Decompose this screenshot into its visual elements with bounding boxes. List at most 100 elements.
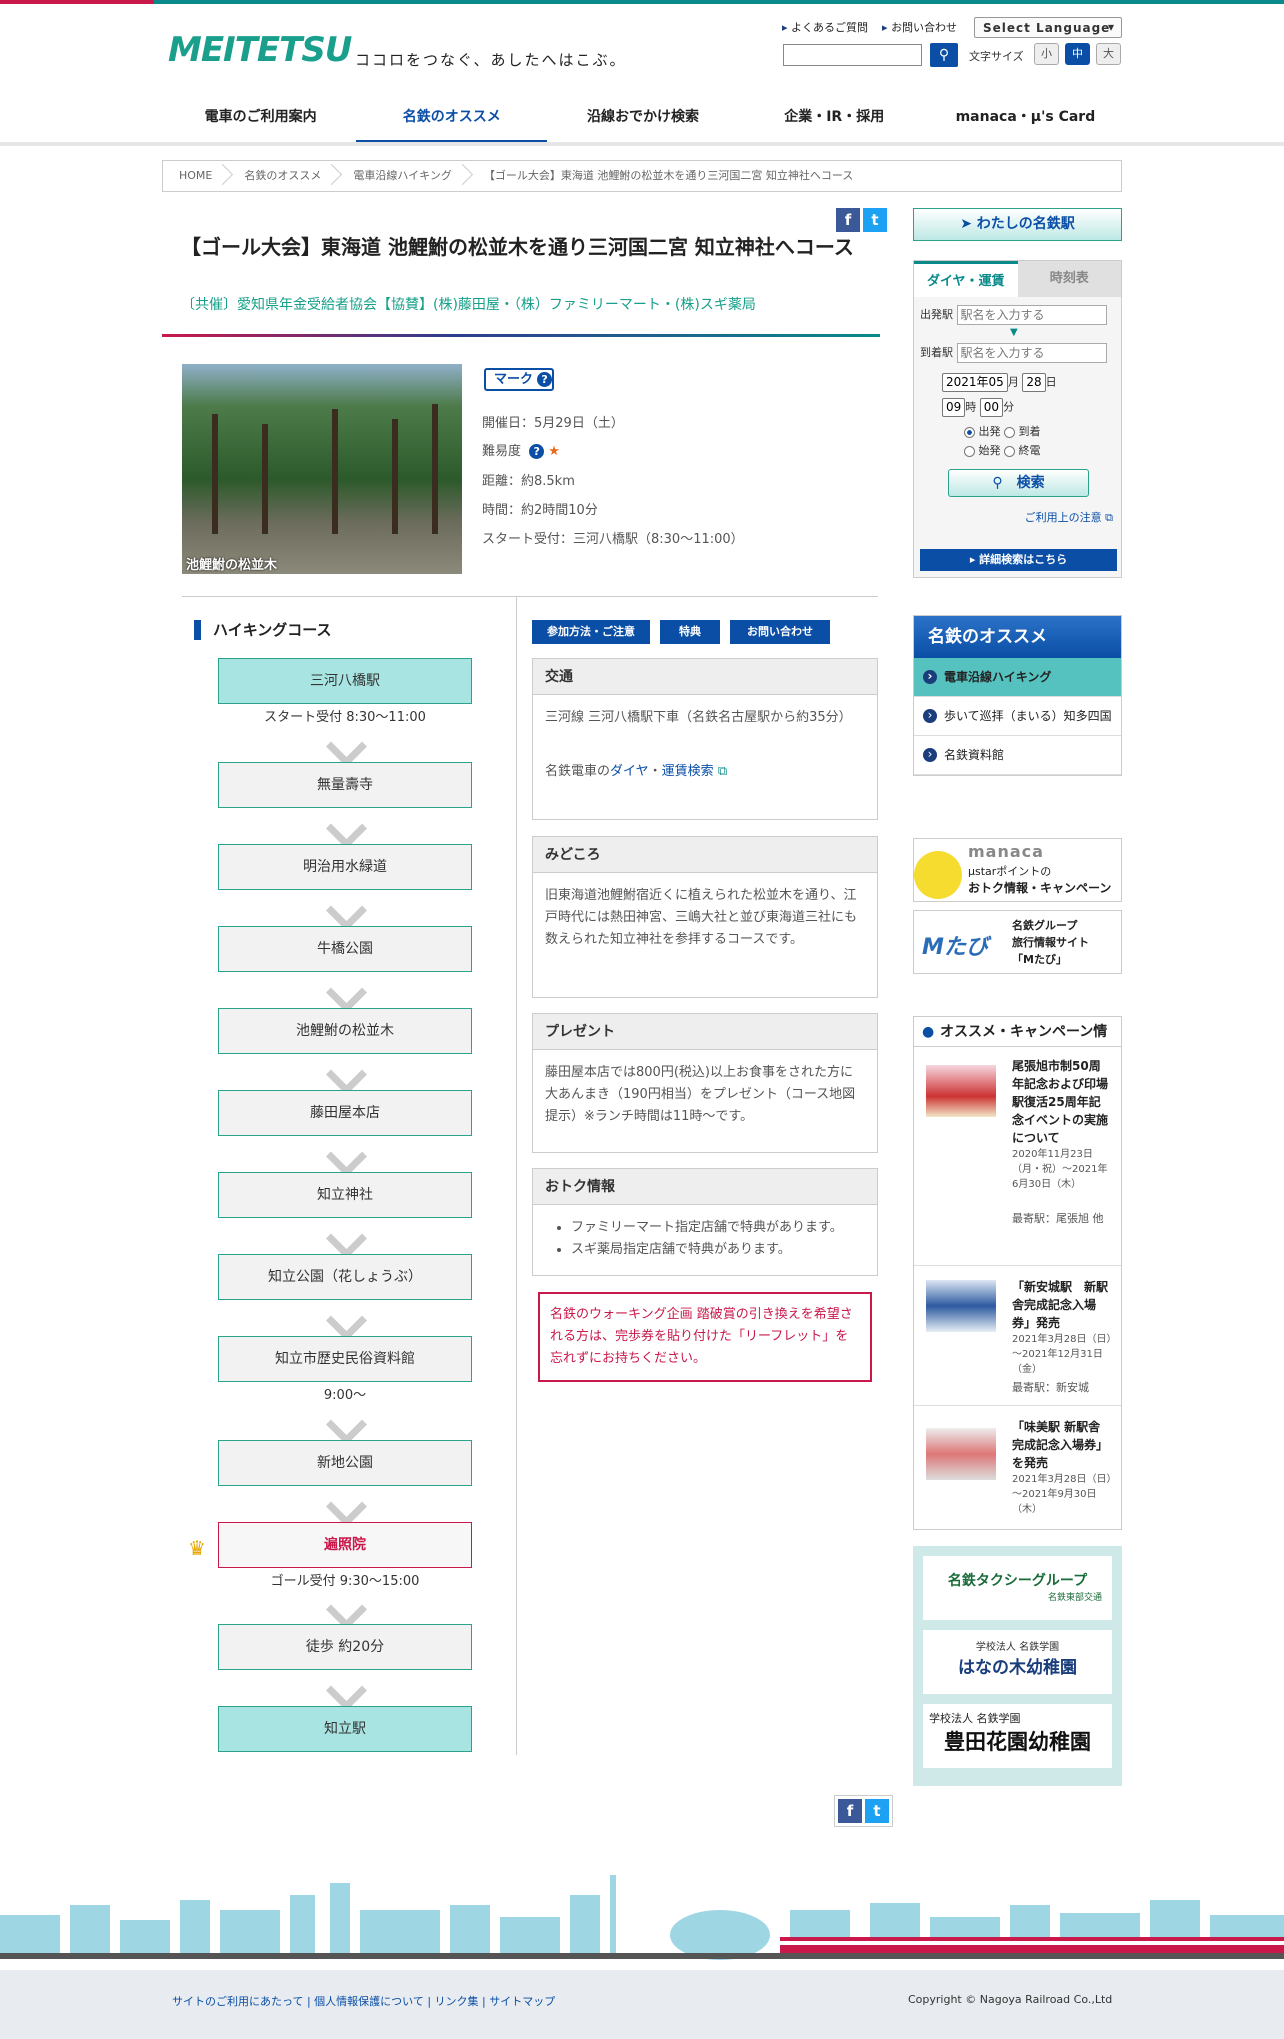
course-stop[interactable]: 無量壽寺 bbox=[218, 762, 472, 808]
photo-caption: 池鯉鮒の松並木 bbox=[186, 558, 278, 573]
campaign-item[interactable]: 「新安城駅 新駅舎完成記念入場券」発売 2021年3月28日（日）～2021年1… bbox=[914, 1265, 1121, 1415]
timetable-link[interactable]: ダイヤ bbox=[610, 764, 649, 779]
skyline-illustration bbox=[0, 1855, 1284, 1970]
fare-search-link[interactable]: 運賃検索 bbox=[662, 764, 714, 779]
footer-link-sitemap[interactable]: サイトマップ bbox=[489, 1995, 555, 2008]
recommend-item-archive[interactable]: 名鉄資料館 bbox=[914, 736, 1121, 775]
footer-links: サイトのご利用にあたって | 個人情報保護について | リンク集 | サイトマッ… bbox=[172, 1995, 556, 2008]
from-station-input[interactable]: 駅名を入力する bbox=[956, 305, 1107, 325]
list-item: ファミリーマート指定店舗で特典があります。 bbox=[571, 1217, 865, 1239]
access-text: 三河線 三河八橋駅下車（名鉄名古屋駅から約35分） bbox=[545, 710, 852, 725]
radio-first-train[interactable] bbox=[964, 445, 975, 457]
day-select[interactable]: 28 bbox=[1022, 373, 1046, 392]
mark-button[interactable]: マーク? bbox=[484, 368, 554, 391]
course-stop[interactable]: 牛橋公園 bbox=[218, 926, 472, 972]
event-date: 開催日：5月29日（土） bbox=[482, 416, 624, 431]
language-select[interactable]: Select Language bbox=[974, 17, 1122, 38]
deals-box: おトク情報 ファミリーマート指定店舗で特典があります。 スギ薬局指定店舗で特典が… bbox=[532, 1168, 878, 1276]
search-button[interactable]: ⚲ bbox=[930, 43, 958, 67]
recommend-item-hiking[interactable]: 電車沿線ハイキング bbox=[914, 658, 1121, 697]
my-station-button[interactable]: ➤ わたしの名鉄駅 bbox=[913, 208, 1122, 241]
detail-search-button[interactable]: ▸ 詳細検索はこちら bbox=[920, 549, 1117, 571]
contact-link[interactable]: お問い合わせ bbox=[882, 19, 957, 35]
facebook-icon[interactable]: f bbox=[838, 1799, 862, 1823]
route-search-widget: ダイヤ・運賃 時刻表 出発駅 駅名を入力する ▼ 到着駅 駅名を入力する 202… bbox=[913, 260, 1122, 578]
font-size-medium-button[interactable]: 中 bbox=[1065, 43, 1090, 65]
question-icon[interactable]: ? bbox=[529, 444, 545, 459]
course-stop[interactable]: 藤田屋本店 bbox=[218, 1090, 472, 1136]
course-stop[interactable]: 知立公園（花しょうぶ） bbox=[218, 1254, 472, 1300]
minute-select[interactable]: 00 bbox=[979, 398, 1004, 417]
chevron-down-icon bbox=[325, 1686, 365, 1708]
course-stop[interactable]: 池鯉鮒の松並木 bbox=[218, 1008, 472, 1054]
breadcrumb-hiking[interactable]: 電車沿線ハイキング bbox=[337, 161, 467, 191]
font-size-small-button[interactable]: 小 bbox=[1034, 43, 1059, 65]
breadcrumb-recommend[interactable]: 名鉄のオススメ bbox=[228, 161, 337, 191]
utility-links: よくあるご質問 お問い合わせ bbox=[782, 19, 957, 35]
facebook-icon[interactable]: f bbox=[836, 208, 860, 232]
breadcrumb-home[interactable]: HOME bbox=[163, 161, 228, 191]
nav-outing-search[interactable]: 沿線おでかけ検索 bbox=[547, 96, 738, 144]
course-stop[interactable]: 三河八橋駅 bbox=[218, 658, 472, 704]
course-stop[interactable]: 知立神社 bbox=[218, 1172, 472, 1218]
sponsor-text: 〔共催〕愛知県年金受給者協会【協賛】(株)藤田屋・（株）ファミリーマート・(株)… bbox=[181, 297, 756, 313]
chevron-down-icon bbox=[325, 1420, 365, 1442]
pin-icon: ➤ bbox=[960, 216, 972, 232]
breadcrumb: HOME 名鉄のオススメ 電車沿線ハイキング 【ゴール大会】東海道 池鯉鮒の松並… bbox=[162, 160, 1122, 192]
course-stop[interactable]: 遍照院 bbox=[218, 1522, 472, 1568]
nav-divider bbox=[0, 142, 1284, 146]
twitter-icon[interactable]: t bbox=[865, 1799, 889, 1823]
course-stop[interactable]: 知立市歴史民俗資料館 bbox=[218, 1336, 472, 1382]
breadcrumb-current: 【ゴール大会】東海道 池鯉鮒の松並木を通り三河国二宮 知立神社へコース bbox=[483, 169, 854, 182]
nav-corporate[interactable]: 企業・IR・採用 bbox=[739, 96, 930, 144]
course-stop[interactable]: 徒歩 約20分 bbox=[218, 1624, 472, 1670]
tab-contact[interactable]: お問い合わせ bbox=[730, 620, 830, 644]
present-text: 藤田屋本店では800円(税込)以上お食事をされた方に大あんまき（190円相当）を… bbox=[545, 1065, 856, 1124]
year-month-select[interactable]: 2021年05 bbox=[942, 373, 1008, 392]
footer-link-links[interactable]: リンク集 bbox=[435, 1995, 479, 2008]
hour-select[interactable]: 09 bbox=[942, 398, 966, 417]
external-link-icon: ⧉ bbox=[717, 764, 728, 779]
nav-manaca[interactable]: manaca・μ's Card bbox=[930, 96, 1121, 144]
font-size-label: 文字サイズ bbox=[969, 50, 1024, 63]
footer-link-privacy[interactable]: 個人情報保護について bbox=[314, 1995, 424, 2008]
difficulty-star-icon: ★ bbox=[548, 444, 560, 459]
mtabi-banner[interactable]: Mたび 名鉄グループ 旅行情報サイト 「Mたび」 bbox=[913, 910, 1122, 974]
radio-last-train[interactable] bbox=[1004, 445, 1015, 457]
chevron-down-icon bbox=[325, 1234, 365, 1256]
site-search-input[interactable] bbox=[783, 44, 922, 66]
access-box: 交通 三河線 三河八橋駅下車（名鉄名古屋駅から約35分） 名鉄電車のダイヤ・運賃… bbox=[532, 658, 878, 820]
radio-arrive[interactable] bbox=[1004, 426, 1015, 438]
route-search-button[interactable]: ⚲ 検索 bbox=[948, 469, 1089, 497]
campaign-item[interactable]: 「味美駅 新駅舎完成記念入場券」を発売 2021年3月28日（日）～2021年9… bbox=[914, 1405, 1121, 1525]
hananoki-kindergarten-banner[interactable]: 学校法人 名鉄学園 はなの木幼稚園 bbox=[923, 1630, 1112, 1694]
twitter-icon[interactable]: t bbox=[863, 208, 887, 232]
campaign-item[interactable]: 尾張旭市制50周年記念および印場駅復活25周年記念イベントの実施について 202… bbox=[914, 1057, 1121, 1247]
to-station-input[interactable]: 駅名を入力する bbox=[956, 343, 1107, 363]
course-stop[interactable]: 明治用水緑道 bbox=[218, 844, 472, 890]
manaca-campaign-banner[interactable]: manaca μstarポイントの おトク情報・キャンペーン bbox=[913, 838, 1122, 902]
faq-link[interactable]: よくあるご質問 bbox=[782, 19, 868, 35]
chevron-down-icon bbox=[325, 824, 365, 846]
nav-train-guide[interactable]: 電車のご利用案内 bbox=[165, 96, 356, 144]
meitetsu-taxi-banner[interactable]: 名鉄タクシーグループ 名鉄東部交通 bbox=[923, 1556, 1112, 1620]
nav-recommend[interactable]: 名鉄のオススメ bbox=[356, 96, 548, 144]
tab-timetable-fare[interactable]: ダイヤ・運賃 bbox=[914, 261, 1018, 297]
campaign-heading: ●オススメ・キャンペーン情報 bbox=[913, 1016, 1122, 1070]
tab-how-to-join[interactable]: 参加方法・ご注意 bbox=[532, 620, 650, 644]
course-stop[interactable]: 知立駅 bbox=[218, 1706, 472, 1752]
toyota-hanazono-kindergarten-banner[interactable]: 学校法人 名鉄学園 豊田花園幼稚園 bbox=[923, 1704, 1112, 1768]
course-stop[interactable]: 新地公園 bbox=[218, 1440, 472, 1486]
tab-timetable[interactable]: 時刻表 bbox=[1017, 261, 1121, 297]
highlight-heading: みどころ bbox=[533, 837, 877, 873]
difficulty-label: 難易度 bbox=[482, 444, 522, 459]
chevron-down-icon bbox=[325, 1502, 365, 1524]
font-size-large-button[interactable]: 大 bbox=[1096, 43, 1121, 65]
recommend-item-chita-pilgrimage[interactable]: 歩いて巡拝（まいる）知多四国 bbox=[914, 697, 1121, 736]
usage-notice-link[interactable]: ご利用上の注意 ⧉ bbox=[1025, 509, 1113, 525]
footer-link-terms[interactable]: サイトのご利用にあたって bbox=[172, 1995, 303, 2008]
tab-benefits[interactable]: 特典 bbox=[660, 620, 720, 644]
radio-depart[interactable] bbox=[964, 426, 975, 438]
access-heading: 交通 bbox=[533, 659, 877, 695]
meitetsu-logo[interactable]: MEITETSU bbox=[168, 30, 352, 70]
